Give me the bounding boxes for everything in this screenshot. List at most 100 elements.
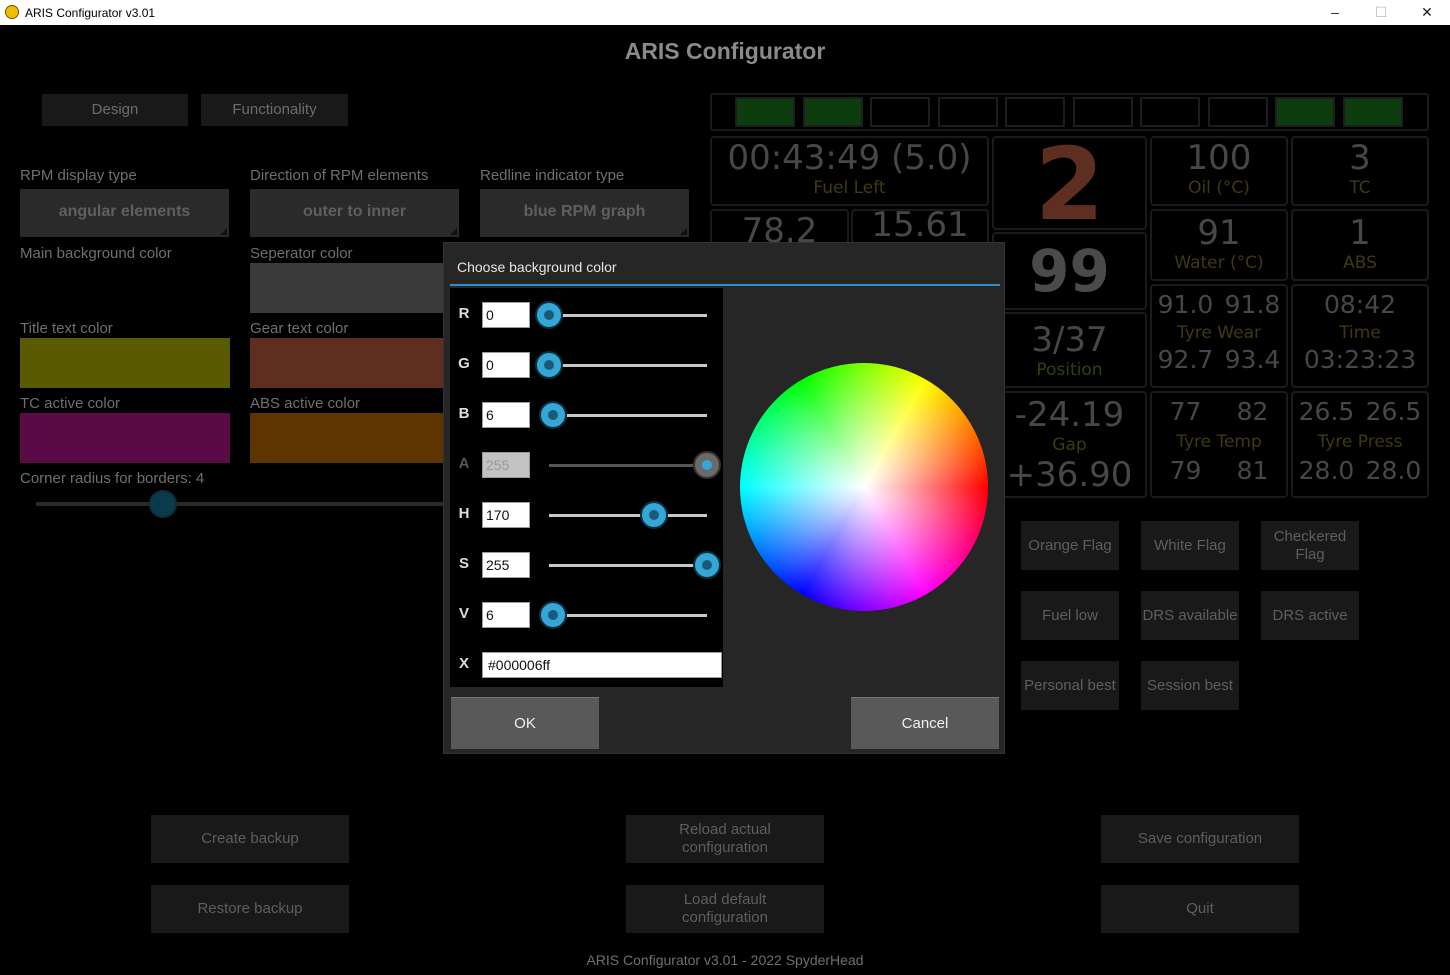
- load-default-button[interactable]: Load default configuration: [626, 885, 824, 933]
- wear-fl-value: 91.0: [1157, 290, 1214, 319]
- checkered-flag-button[interactable]: Checkered Flag: [1261, 521, 1359, 570]
- rpm-display-type-label: RPM display type: [20, 167, 137, 184]
- save-config-button[interactable]: Save configuration: [1101, 815, 1299, 863]
- abs-active-swatch[interactable]: [250, 413, 460, 463]
- create-backup-button[interactable]: Create backup: [151, 815, 349, 863]
- time-top-value: 08:42: [1323, 290, 1397, 319]
- channel-h-input[interactable]: 170: [482, 502, 530, 528]
- gap-behind-value: +36.90: [1006, 455, 1133, 495]
- water-cell: 91 Water (°C): [1150, 209, 1288, 281]
- tyre-temp-cell: 77 82 Tyre Temp 79 81: [1150, 391, 1288, 498]
- channel-s-input[interactable]: 255: [482, 552, 530, 578]
- rpm-direction-dropdown[interactable]: outer to inner: [250, 189, 459, 237]
- water-label: Water (°C): [1174, 253, 1264, 273]
- channel-v-track[interactable]: [549, 614, 707, 617]
- footer-text: ARIS Configurator v3.01 - 2022 SpyderHea…: [586, 952, 864, 968]
- tyre-wear-cell: 91.0 91.8 Tyre Wear 92.7 93.4: [1150, 284, 1288, 388]
- rpm-direction-label: Direction of RPM elements: [250, 167, 429, 184]
- channel-s-track[interactable]: [549, 564, 707, 567]
- minimize-button[interactable]: –: [1312, 0, 1358, 25]
- quit-button[interactable]: Quit: [1101, 885, 1299, 933]
- value-a: 78.2: [741, 211, 818, 244]
- channel-a-input: 255: [482, 452, 530, 478]
- gap-ahead-value: -24.19: [1014, 395, 1125, 435]
- hex-label: X: [458, 655, 469, 672]
- channel-v-slider-knob[interactable]: [538, 601, 567, 629]
- press-fr-value: 26.5: [1365, 397, 1422, 426]
- reload-config-button[interactable]: Reload actual configuration: [626, 815, 824, 863]
- speed-cell: 99: [992, 232, 1147, 310]
- channel-g-input[interactable]: 0: [482, 352, 530, 378]
- channel-b-slider-knob[interactable]: [538, 401, 567, 429]
- abs-label: ABS: [1343, 253, 1377, 273]
- channel-r-input[interactable]: 0: [482, 302, 530, 328]
- channel-h-slider-knob[interactable]: [640, 501, 669, 529]
- wear-rr-value: 93.4: [1224, 345, 1281, 374]
- drs-available-button[interactable]: DRS available: [1141, 591, 1239, 640]
- channel-g-slider-knob[interactable]: [535, 351, 563, 379]
- restore-backup-button[interactable]: Restore backup: [151, 885, 349, 933]
- close-button[interactable]: ✕: [1404, 0, 1450, 25]
- orange-flag-button[interactable]: Orange Flag: [1021, 521, 1119, 570]
- personal-best-button[interactable]: Personal best: [1021, 661, 1119, 710]
- app-icon: [5, 5, 19, 19]
- maximize-button[interactable]: ☐: [1358, 0, 1404, 25]
- cancel-button[interactable]: Cancel: [851, 697, 999, 749]
- corner-radius-knob[interactable]: [149, 490, 177, 518]
- position-label: Position: [1036, 360, 1103, 380]
- channel-s-slider-knob[interactable]: [693, 551, 721, 579]
- corner-radius-track[interactable]: [36, 502, 456, 506]
- wear-rl-value: 92.7: [1157, 345, 1214, 374]
- channel-b-track[interactable]: [549, 414, 707, 417]
- page-title: ARIS Configurator: [624, 38, 826, 64]
- white-flag-button[interactable]: White Flag: [1141, 521, 1239, 570]
- channel-r-track[interactable]: [549, 314, 707, 317]
- channel-v-label: V: [458, 605, 469, 622]
- corner-radius-label: Corner radius for borders: 4: [20, 470, 205, 487]
- rpm-display-type-dropdown[interactable]: angular elements: [20, 189, 229, 237]
- value-b: 15.61: [871, 209, 969, 244]
- ok-button[interactable]: OK: [451, 697, 599, 749]
- main-bg-swatch[interactable]: [20, 263, 230, 313]
- oil-cell: 100 Oil (°C): [1150, 136, 1288, 206]
- abs-value: 1: [1349, 213, 1371, 253]
- rpm-led: [803, 97, 863, 127]
- drs-active-button[interactable]: DRS active: [1261, 591, 1359, 640]
- window-title: ARIS Configurator v3.01: [25, 6, 156, 20]
- title-text-label: Title text color: [20, 320, 113, 337]
- gap-label: Gap: [1052, 435, 1087, 455]
- oil-value: 100: [1186, 138, 1252, 178]
- session-best-button[interactable]: Session best: [1141, 661, 1239, 710]
- tab-design[interactable]: Design: [42, 94, 188, 126]
- channel-s-label: S: [458, 555, 469, 572]
- channel-b-label: B: [458, 405, 470, 422]
- channel-h-track[interactable]: [549, 514, 707, 517]
- main-bg-label: Main background color: [20, 245, 172, 262]
- time-label: Time: [1339, 323, 1381, 343]
- time-cell: 08:42 Time 03:23:23: [1291, 284, 1429, 388]
- fuel-label: Fuel Left: [813, 178, 886, 198]
- fuel-low-button[interactable]: Fuel low: [1021, 591, 1119, 640]
- position-cell: 3/37 Position: [992, 312, 1147, 388]
- channel-r-slider-knob[interactable]: [535, 301, 563, 329]
- channel-g-track[interactable]: [549, 364, 707, 367]
- value-b-cell: 15.61: [851, 209, 989, 244]
- hex-input[interactable]: #000006ff: [482, 652, 722, 678]
- rpm-led: [1343, 97, 1403, 127]
- channel-b-input[interactable]: 6: [482, 402, 530, 428]
- channel-v-input[interactable]: 6: [482, 602, 530, 628]
- tc-label: TC: [1349, 178, 1371, 198]
- separator-swatch[interactable]: [250, 263, 460, 313]
- title-text-swatch[interactable]: [20, 338, 230, 388]
- redline-type-dropdown[interactable]: blue RPM graph: [480, 189, 689, 237]
- rpm-led: [1275, 97, 1335, 127]
- tc-cell: 3 TC: [1291, 136, 1429, 206]
- tc-active-swatch[interactable]: [20, 413, 230, 463]
- gear-value: 2: [1034, 136, 1105, 230]
- tab-functionality[interactable]: Functionality: [201, 94, 348, 126]
- gear-text-swatch[interactable]: [250, 338, 460, 388]
- separator-label: Seperator color: [250, 245, 353, 262]
- channel-g-label: G: [458, 355, 470, 372]
- gap-cell: -24.19 Gap +36.90: [992, 391, 1147, 498]
- color-wheel[interactable]: [740, 363, 988, 611]
